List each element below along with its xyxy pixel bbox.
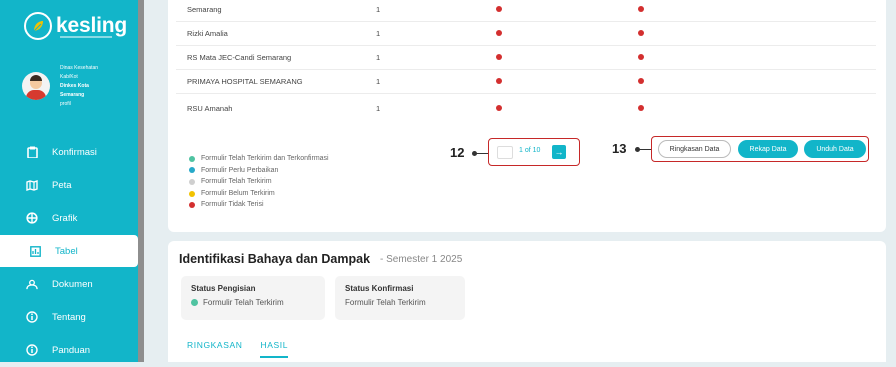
callout-label: 12 — [450, 145, 465, 160]
legend-item: Formulir Telah Terkirim dan Terkonfirmas… — [189, 153, 329, 165]
recap-data-button[interactable]: Rekap Data — [738, 140, 798, 158]
status-dot — [191, 299, 198, 306]
sidebar-scrollbar[interactable] — [138, 0, 144, 362]
status-cell — [496, 53, 638, 62]
status-dot — [638, 54, 644, 60]
status-cell — [638, 53, 644, 62]
sidebar-item-peta[interactable]: Peta — [0, 169, 138, 201]
table-cell-count: 1 — [376, 29, 381, 38]
clipboard-icon — [26, 146, 38, 158]
section-title: Identifikasi Bahaya dan Dampak — [179, 252, 371, 266]
section-subtitle: - Semester 1 2025 — [380, 254, 463, 265]
sidebar-nav: Konfirmasi Peta Grafik Tabel Dokumen Ten… — [0, 136, 138, 367]
status-dot — [638, 6, 644, 12]
table-cell-count: 1 — [376, 5, 381, 14]
sidebar-item-label: Grafik — [52, 212, 78, 224]
status-cell — [496, 77, 638, 86]
status-cell — [638, 5, 644, 14]
table-row: PRIMAYA HOSPITAL SEMARANG 1 — [176, 70, 876, 94]
table-row: Semarang 1 — [176, 0, 876, 22]
status-dot — [496, 6, 502, 12]
status-cell — [496, 29, 638, 38]
leaf-icon — [24, 12, 52, 40]
status-value: Formulir Telah Terkirim — [191, 298, 315, 307]
legend-item: Formulir Telah Terkirim — [189, 176, 329, 188]
table-icon — [29, 245, 41, 257]
table-row: RS Mata JEC-Candi Semarang 1 — [176, 46, 876, 70]
status-cell — [638, 77, 644, 86]
status-label: Status Konfirmasi — [345, 284, 414, 293]
tab-ringkasan[interactable]: RINGKASAN — [187, 340, 242, 358]
chart-icon — [26, 212, 38, 224]
sidebar-item-grafik[interactable]: Grafik — [0, 202, 138, 234]
table-row: RSU Amanah 1 — [176, 96, 876, 120]
status-dot — [496, 30, 502, 36]
sidebar-item-label: Panduan — [52, 344, 91, 356]
status-cell — [638, 104, 644, 113]
profile-line: Dinas Kesehatan — [60, 65, 99, 71]
legend-item: Formulir Belum Terkirim — [189, 188, 329, 200]
summary-data-button[interactable]: Ringkasan Data — [658, 140, 731, 158]
profile-info: Dinas Kesehatan Kab/Kot Dinkes Kota Sema… — [60, 62, 98, 109]
info-icon — [26, 311, 38, 323]
sidebar-item-konfirmasi[interactable]: Konfirmasi — [0, 136, 138, 168]
profile-line: Semarang — [60, 92, 85, 98]
avatar — [22, 72, 50, 100]
callout-line — [639, 149, 651, 150]
sidebar-item-dokumen[interactable]: Dokumen — [0, 268, 138, 300]
sidebar-item-label: Peta — [52, 179, 72, 191]
status-legend: Formulir Telah Terkirim dan Terkonfirmas… — [189, 153, 329, 211]
status-dot — [638, 78, 644, 84]
status-dot — [496, 104, 502, 111]
app-name: kesling — [56, 14, 127, 37]
info-icon — [26, 344, 38, 356]
people-icon — [26, 278, 38, 290]
page-number-input[interactable] — [497, 146, 513, 159]
page-indicator: 1 of 10 — [519, 147, 541, 154]
table-row: Rizki Amalia 1 — [176, 22, 876, 46]
status-cell — [496, 104, 638, 113]
table-cell-name: RSU Amanah — [187, 103, 233, 113]
table-cell-name: Semarang — [187, 5, 222, 14]
map-icon — [26, 179, 38, 191]
profile-line: Dinkes Kota — [60, 83, 89, 89]
sidebar-item-label: Tentang — [52, 311, 86, 323]
download-data-button[interactable]: Unduh Data — [804, 140, 866, 158]
table-cell-name: PRIMAYA HOSPITAL SEMARANG — [187, 77, 303, 86]
callout-line — [476, 153, 488, 154]
table-cell-name: RS Mata JEC-Candi Semarang — [187, 53, 292, 62]
status-dot — [496, 78, 502, 84]
sidebar-item-label: Dokumen — [52, 278, 93, 290]
status-dot — [638, 30, 644, 36]
table-cell-count: 1 — [376, 103, 381, 113]
sidebar-item-label: Konfirmasi — [52, 146, 97, 158]
user-profile[interactable]: Dinas Kesehatan Kab/Kot Dinkes Kota Sema… — [22, 62, 98, 109]
sidebar-item-panduan[interactable]: Panduan — [0, 334, 138, 366]
arrow-right-icon: → — [554, 147, 564, 157]
next-page-button[interactable]: → — [552, 145, 566, 159]
sidebar-item-label: Tabel — [55, 245, 78, 257]
status-dot — [496, 54, 502, 60]
sidebar-item-tabel[interactable]: Tabel — [0, 235, 138, 267]
profile-line: Kab/Kot — [60, 74, 78, 80]
table-cell-count: 1 — [376, 53, 381, 62]
status-cell — [496, 5, 638, 14]
status-dot — [638, 104, 644, 111]
status-label: Status Pengisian — [191, 284, 256, 293]
table-cell-name: Rizki Amalia — [187, 29, 228, 38]
table-cell-count: 1 — [376, 77, 381, 86]
sidebar: kesling Dinas Kesehatan Kab/Kot Dinkes K… — [0, 0, 138, 362]
result-tabs: RINGKASAN HASIL — [187, 340, 289, 358]
logo-tagline — [60, 36, 112, 38]
status-pengisian-box: Status Pengisian Formulir Telah Terkirim — [181, 276, 325, 320]
sidebar-item-tentang[interactable]: Tentang — [0, 301, 138, 333]
legend-item: Formulir Tidak Terisi — [189, 199, 329, 211]
status-konfirmasi-box: Status Konfirmasi Formulir Telah Terkiri… — [335, 276, 465, 320]
status-cell — [638, 29, 644, 38]
callout-label: 13 — [612, 141, 627, 156]
tab-hasil[interactable]: HASIL — [260, 340, 289, 358]
legend-item: Formulir Perlu Perbaikan — [189, 165, 329, 177]
status-value: Formulir Telah Terkirim — [345, 298, 426, 307]
profile-link[interactable]: profil — [60, 100, 98, 109]
